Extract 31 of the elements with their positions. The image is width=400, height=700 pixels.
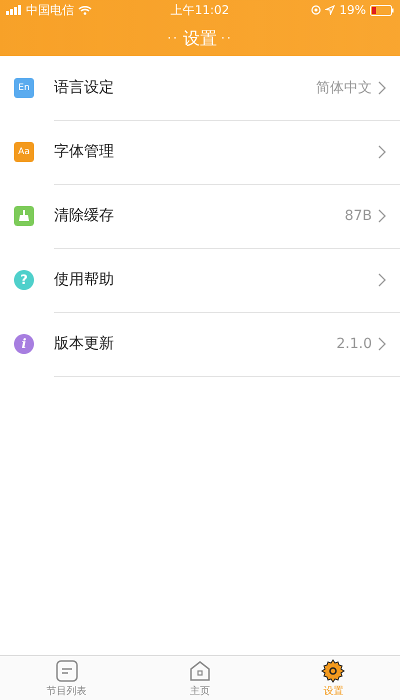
setting-label[interactable]: 使用帮助 — [54, 270, 378, 289]
chevron-icon[interactable] — [378, 272, 386, 286]
setting-label[interactable]: 语言设定 — [54, 78, 316, 97]
chevron-icon[interactable] — [378, 80, 386, 94]
page-title: 设置 — [183, 28, 217, 50]
wifi-icon — [78, 5, 92, 15]
setting-value: 2.1.0 — [336, 336, 372, 352]
title-dots: ·· — [221, 31, 233, 45]
help-icon: ? — [14, 270, 34, 290]
font-icon: Aa — [14, 142, 34, 162]
info-icon: i — [14, 334, 34, 354]
chevron-icon[interactable] — [378, 144, 386, 158]
setting-label[interactable]: 版本更新 — [54, 334, 336, 353]
status-time: 上午11:02 — [170, 2, 230, 18]
settings-icon — [321, 658, 346, 682]
language-icon: En — [14, 78, 34, 98]
rotation-lock-icon — [311, 5, 322, 15]
title-dots: ·· — [167, 31, 179, 45]
setting-label[interactable]: 清除缓存 — [54, 206, 345, 225]
setting-label[interactable]: 字体管理 — [54, 142, 378, 161]
list-icon — [54, 658, 79, 682]
carrier-name: 中国电信 — [26, 2, 74, 18]
signal-icon — [6, 5, 22, 15]
battery-icon — [370, 4, 394, 16]
setting-value: 87B — [344, 208, 372, 224]
chevron-icon[interactable] — [378, 208, 386, 222]
home-icon — [188, 658, 212, 682]
chevron-icon[interactable] — [378, 336, 386, 350]
setting-value: 简体中文 — [316, 78, 372, 96]
battery-percent: 19% — [339, 3, 366, 17]
location-icon — [325, 5, 336, 15]
